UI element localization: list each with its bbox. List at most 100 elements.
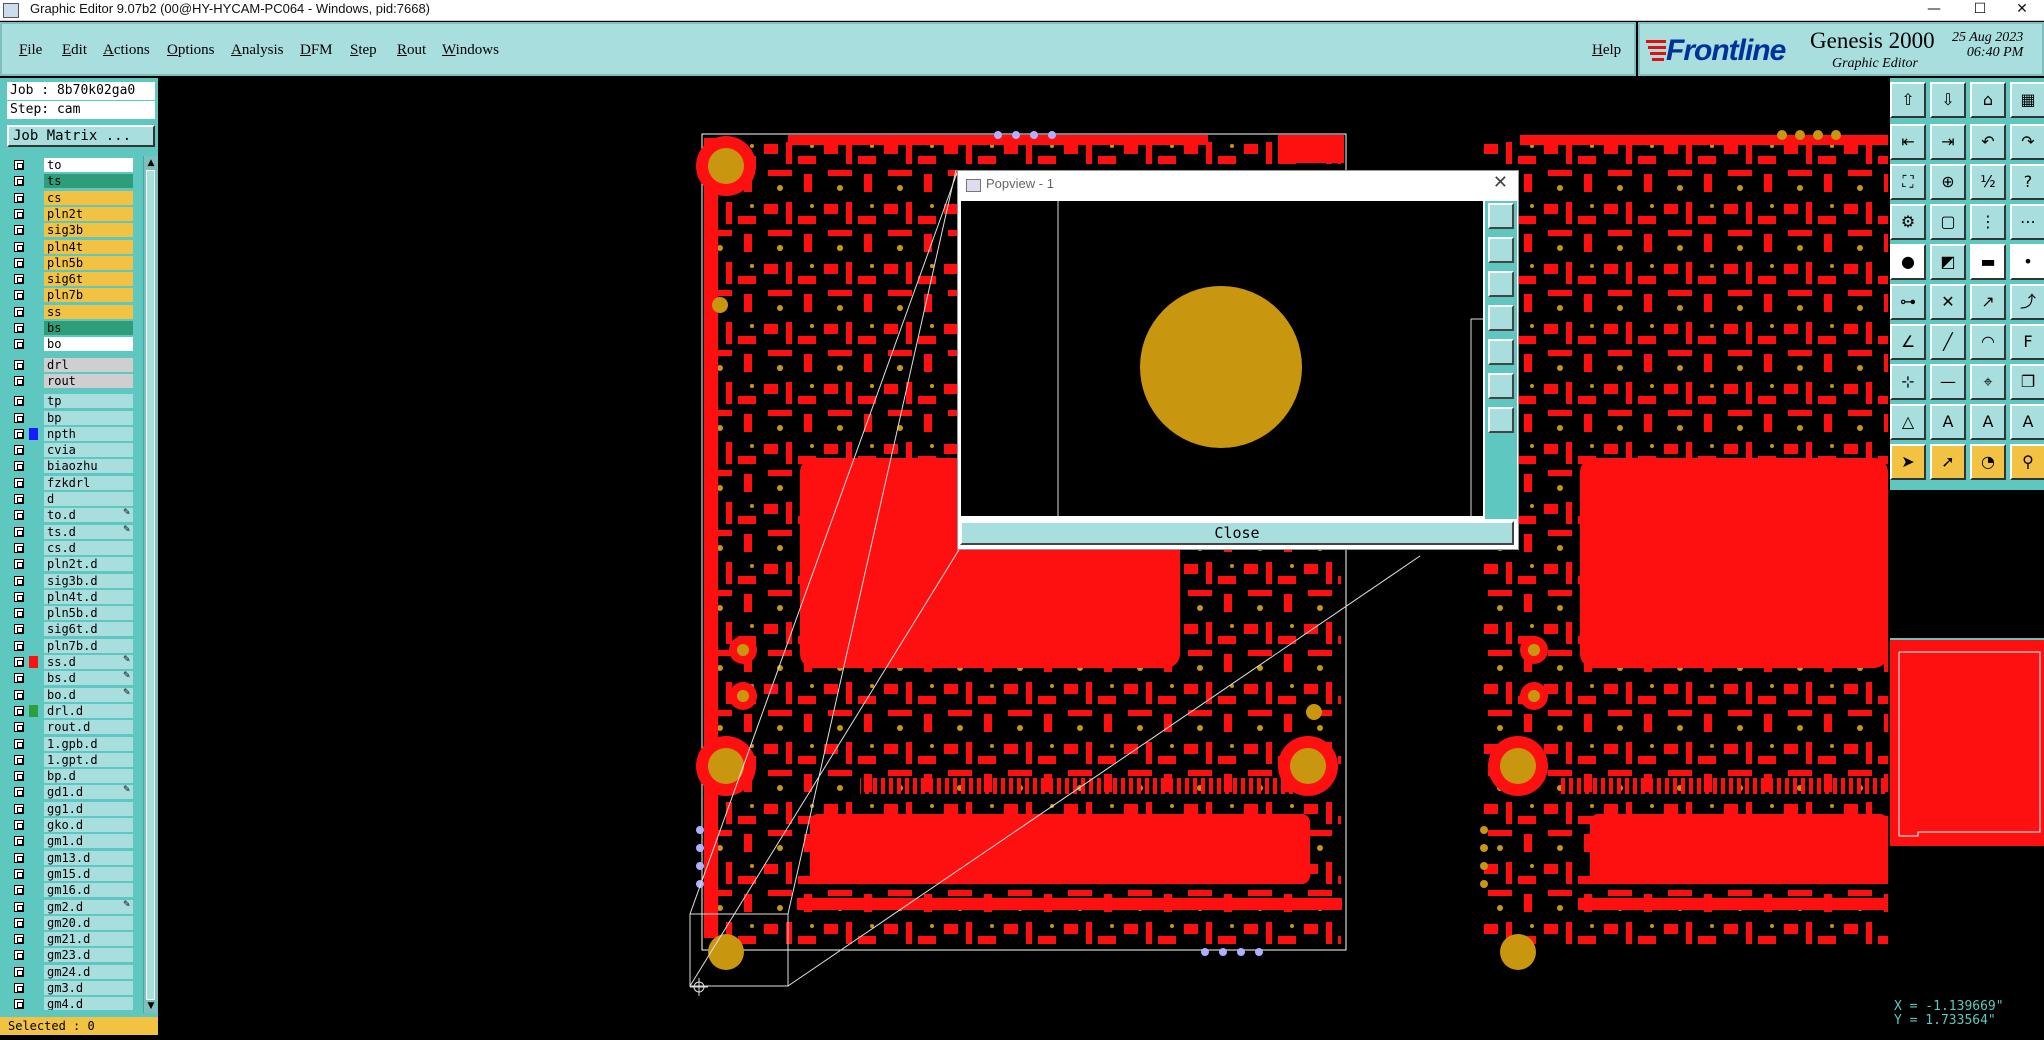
menu-edit[interactable]: Edit — [62, 42, 87, 59]
popview-canvas[interactable] — [961, 201, 1483, 516]
layer-scrollbar[interactable]: ▲ ▼ — [143, 156, 158, 1013]
layer-color-swatch[interactable] — [29, 322, 38, 334]
layer-checkbox[interactable] — [14, 640, 24, 651]
menu-windows[interactable]: Windows — [442, 42, 499, 59]
layer-checkbox[interactable] — [14, 868, 24, 879]
layer-checkbox[interactable] — [14, 176, 24, 187]
layer-color-swatch[interactable] — [29, 640, 38, 652]
layer-row[interactable]: cs — [7, 190, 141, 205]
layer-checkbox[interactable] — [14, 225, 24, 236]
tool-route-icon[interactable]: ⤴ — [2010, 284, 2044, 320]
layer-checkbox[interactable] — [14, 787, 24, 798]
tool-help-icon[interactable]: ? — [2010, 164, 2044, 200]
layer-color-swatch[interactable] — [29, 306, 38, 318]
layer-name[interactable]: sig3b — [44, 223, 133, 238]
popview-window[interactable]: Popview - 1 ✕ Close — [957, 170, 1519, 550]
layer-row[interactable]: gm16.d — [7, 883, 141, 898]
tool-text-icon[interactable]: F — [2010, 324, 2044, 360]
tool-select-icon[interactable]: ➤ — [1890, 444, 1926, 480]
layer-name[interactable]: ts — [44, 174, 133, 189]
layer-row[interactable]: rout.d — [7, 720, 141, 735]
layer-name[interactable]: bp — [44, 410, 133, 425]
layer-color-swatch[interactable] — [29, 607, 38, 619]
layer-row[interactable]: gm21.d — [7, 932, 141, 947]
layer-checkbox[interactable] — [14, 950, 24, 961]
popview-move-icon[interactable] — [1488, 407, 1514, 433]
layer-row[interactable]: pln5b — [7, 255, 141, 270]
layer-row[interactable]: gm24.d — [7, 964, 141, 979]
layer-row[interactable]: tp — [7, 394, 141, 409]
layer-row[interactable]: ss — [7, 304, 141, 319]
layer-checkbox[interactable] — [14, 477, 24, 488]
tool-arc-icon[interactable]: ◠ — [1970, 324, 2006, 360]
layer-row[interactable]: npth — [7, 426, 141, 441]
layer-checkbox[interactable] — [14, 901, 24, 912]
layer-name[interactable]: gm23.d — [44, 948, 133, 963]
layer-color-swatch[interactable] — [29, 575, 38, 587]
layer-color-swatch[interactable] — [29, 241, 38, 253]
layer-row[interactable]: gko.d — [7, 818, 141, 832]
tool-redo-icon[interactable]: ↷ — [2010, 124, 2044, 160]
layer-row[interactable]: gm15.d — [7, 866, 141, 881]
layer-color-swatch[interactable] — [29, 493, 38, 505]
layer-checkbox[interactable] — [14, 526, 24, 537]
layer-checkbox[interactable] — [14, 257, 24, 268]
layer-name[interactable]: d — [44, 492, 133, 506]
popview-center-icon[interactable] — [1488, 373, 1514, 399]
layer-name[interactable]: npth — [44, 426, 133, 441]
menu-analysis[interactable]: Analysis — [231, 42, 284, 59]
menu-options[interactable]: Options — [167, 42, 215, 59]
layer-row[interactable]: pln2t.d — [7, 557, 141, 572]
layer-color-swatch[interactable] — [29, 966, 38, 978]
layer-checkbox[interactable] — [14, 306, 24, 317]
layer-color-swatch[interactable] — [29, 998, 38, 1010]
layer-color-swatch[interactable] — [29, 852, 38, 864]
layer-row[interactable]: pln4t — [7, 239, 141, 254]
tool-home-icon[interactable]: ⌂ — [1970, 82, 2006, 118]
layer-name[interactable]: ts.d — [44, 524, 133, 539]
window-title-bar[interactable]: Graphic Editor 9.07b2 (00@HY-HYCAM-PC064… — [0, 0, 2044, 21]
close-window-button[interactable]: ✕ — [2000, 0, 2044, 20]
layer-color-swatch[interactable] — [29, 208, 38, 220]
tool-export-icon[interactable]: ⇥ — [1930, 124, 1966, 160]
popview-pan-right-icon[interactable] — [1488, 339, 1514, 365]
layer-row[interactable]: sig3b.d — [7, 573, 141, 588]
popview-pan-left-icon[interactable] — [1488, 305, 1514, 331]
layer-color-swatch[interactable] — [29, 917, 38, 929]
layer-name[interactable]: pln2t — [44, 206, 133, 221]
layer-checkbox[interactable] — [14, 396, 24, 407]
layer-color-swatch[interactable] — [29, 412, 38, 424]
tool-add-point-icon[interactable]: ⊹ — [1890, 364, 1926, 400]
maximize-button[interactable]: ☐ — [1958, 0, 2002, 20]
layer-row[interactable]: gd1.d ✎ — [7, 785, 141, 800]
popview-zoom-in-icon[interactable] — [1488, 237, 1514, 263]
tool-open-job-icon[interactable]: ⇧ — [1890, 82, 1926, 118]
layer-name[interactable]: bs — [44, 321, 133, 335]
layer-row[interactable]: 1.gpb.d — [7, 736, 141, 751]
layer-color-swatch[interactable] — [29, 819, 38, 831]
tool-scale-icon[interactable]: ½ — [1970, 164, 2006, 200]
popview-zoom-fit-icon[interactable] — [1488, 203, 1514, 229]
layer-checkbox[interactable] — [14, 934, 24, 945]
tool-zoom-center-icon[interactable]: ⊕ — [1930, 164, 1966, 200]
layer-color-swatch[interactable] — [29, 338, 38, 350]
tool-grid-icon[interactable]: ▢ — [1930, 204, 1966, 240]
layer-checkbox[interactable] — [14, 241, 24, 252]
layer-name[interactable]: pln7b.d — [44, 638, 133, 653]
menu-step[interactable]: Step — [350, 42, 377, 59]
layer-row[interactable]: gm23.d — [7, 948, 141, 963]
popview-title-bar[interactable]: Popview - 1 ✕ — [958, 171, 1518, 197]
layer-row[interactable]: sig3b — [7, 223, 141, 238]
layer-color-swatch[interactable] — [29, 901, 38, 913]
layer-row[interactable]: pln5b.d — [7, 606, 141, 621]
tool-copy-icon[interactable]: ❐ — [2010, 364, 2044, 400]
tool-a-icon[interactable]: A — [1930, 404, 1966, 440]
layer-row[interactable]: cs.d — [7, 540, 141, 555]
layer-row[interactable]: sig6t.d — [7, 622, 141, 637]
layer-name[interactable]: gko.d — [44, 818, 133, 832]
layer-checkbox[interactable] — [14, 428, 24, 439]
layer-name[interactable]: ss — [44, 304, 133, 319]
menu-dfm[interactable]: DFM — [300, 42, 333, 59]
layer-checkbox[interactable] — [14, 160, 24, 170]
tool-line-icon[interactable]: ▬ — [1970, 244, 2006, 280]
